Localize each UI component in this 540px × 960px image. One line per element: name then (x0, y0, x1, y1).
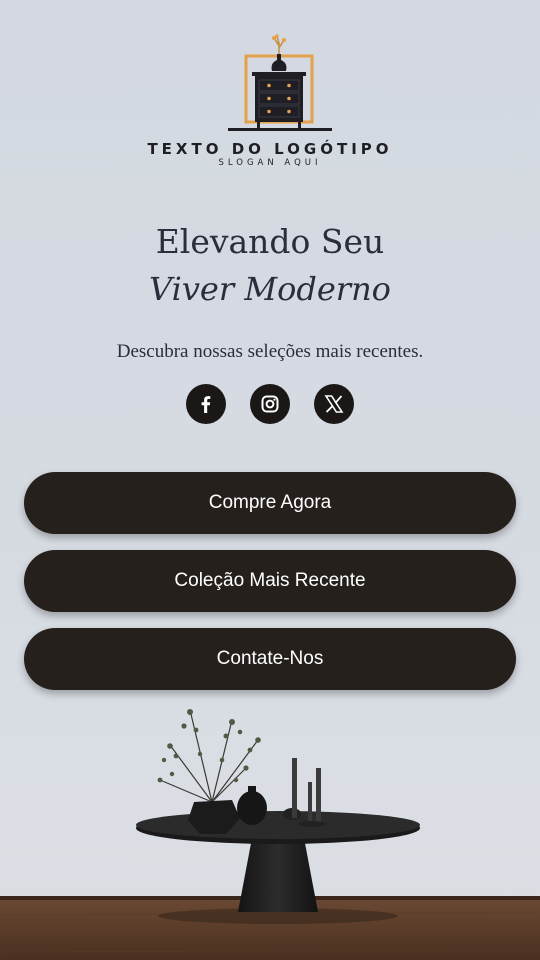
furniture-scene-image (0, 709, 540, 960)
dresser-with-vase-icon (228, 34, 332, 131)
brand-logo: TEXTO DO LOGÓTIPO SLOGAN AQUI (0, 30, 540, 168)
facebook-icon (201, 396, 211, 413)
subtitle: Descubra nossas seleções mais recentes. (116, 341, 424, 362)
instagram-icon (261, 395, 279, 413)
social-links (0, 384, 540, 424)
logo-slogan: SLOGAN AQUI (218, 158, 322, 168)
latest-collection-button[interactable]: Coleção Mais Recente (24, 550, 516, 612)
x-twitter-icon (324, 395, 344, 413)
x-link[interactable] (314, 384, 354, 424)
contact-us-button[interactable]: Contate-Nos (24, 628, 516, 690)
instagram-link[interactable] (250, 384, 290, 424)
logo-title: TEXTO DO LOGÓTIPO (147, 140, 393, 158)
headline: Elevando Seu (155, 222, 385, 261)
facebook-link[interactable] (186, 384, 226, 424)
shop-now-button[interactable]: Compre Agora (24, 472, 516, 534)
script-headline: Viver Moderno (149, 270, 391, 308)
